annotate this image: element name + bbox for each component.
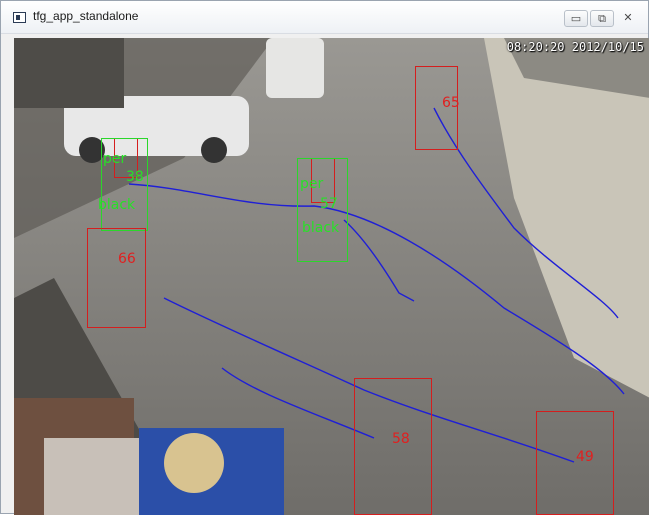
close-button[interactable]: ✕ (616, 10, 640, 27)
attribute-label: black (302, 220, 340, 236)
maximize-button[interactable]: ⧉ (590, 10, 614, 27)
detection-id: 38 (126, 169, 144, 185)
maximize-icon: ⧉ (598, 12, 606, 25)
window-title: tfg_app_standalone (33, 9, 139, 23)
minimize-icon: ▭ (570, 12, 582, 25)
timestamp: 08:20:20 2012/10/15 (506, 40, 644, 54)
detection-box[interactable] (536, 411, 614, 515)
detection-id: 58 (392, 431, 410, 447)
close-icon: ✕ (623, 11, 633, 24)
detection-id: 66 (118, 251, 136, 267)
track-line (221, 367, 375, 439)
app-window: tfg_app_standalone ▭ ⧉ ✕ 08:20:20 2012/1… (0, 0, 649, 515)
app-icon (13, 12, 26, 23)
detection-id: 49 (576, 449, 594, 465)
track-line (128, 183, 625, 395)
title-bar[interactable]: tfg_app_standalone ▭ ⧉ ✕ (1, 1, 648, 34)
detection-id: 57 (320, 196, 338, 212)
attribute-label: per (103, 151, 127, 167)
detection-id: 65 (442, 95, 460, 111)
track-line (343, 219, 415, 302)
minimize-button[interactable]: ▭ (564, 10, 588, 27)
attribute-label: per (300, 176, 324, 192)
attribute-label: black (98, 197, 136, 213)
track-line (433, 107, 619, 319)
detection-box[interactable] (87, 228, 146, 328)
video-frame: 08:20:20 2012/10/15 65 per 38 black per … (14, 38, 649, 515)
